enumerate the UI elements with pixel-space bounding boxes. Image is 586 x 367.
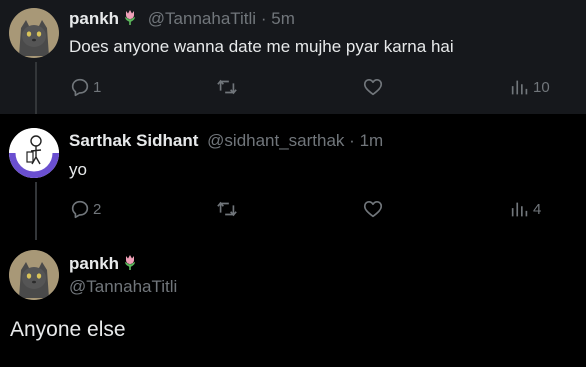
views-count: 10 [533, 78, 550, 96]
handle[interactable]: @sidhant_sarthak [207, 131, 344, 150]
repost-button[interactable] [216, 198, 238, 220]
like-button[interactable] [362, 76, 384, 98]
views-button[interactable]: 4 [509, 198, 541, 220]
post-text: yo [69, 160, 87, 179]
repost-button[interactable] [216, 76, 238, 98]
reply-button[interactable]: 2 [69, 198, 101, 220]
like-icon [363, 201, 383, 218]
reply-post-pankh[interactable]: pankh @TannahaTitli · 5m Does anyone wan… [0, 0, 586, 114]
avatar-pankh[interactable] [9, 250, 59, 300]
post-header: pankh @TannahaTitli · 5m [69, 8, 295, 31]
timestamp[interactable]: 1m [360, 131, 384, 150]
like-button[interactable] [362, 198, 384, 220]
main-post-handle: @TannahaTitli [69, 277, 177, 297]
tulip-emoji-icon [121, 8, 139, 31]
views-count: 4 [533, 200, 542, 218]
display-name[interactable]: pankh [69, 9, 119, 28]
views-button[interactable]: 10 [509, 76, 550, 98]
handle[interactable]: @TannahaTitli [148, 9, 256, 28]
repost-icon [217, 79, 237, 95]
reply-count: 1 [93, 78, 102, 96]
post-actions: 1 10 [0, 76, 586, 100]
main-post-name: pankh [69, 253, 139, 276]
repost-icon [217, 201, 237, 217]
handle[interactable]: @TannahaTitli [69, 277, 177, 296]
reply-icon [71, 200, 89, 219]
timestamp[interactable]: 5m [271, 9, 295, 28]
views-icon [511, 80, 528, 95]
cat-avatar-icon [9, 250, 59, 300]
avatar-sarthak[interactable] [9, 128, 59, 178]
separator-dot: · [349, 131, 355, 150]
avatar-pankh[interactable] [9, 8, 59, 58]
separator-dot: · [260, 9, 267, 28]
main-post-text: Anyone else [10, 318, 126, 341]
reply-button[interactable]: 1 [69, 76, 101, 98]
reply-count: 2 [93, 200, 102, 218]
display-name[interactable]: Sarthak Sidhant [69, 131, 198, 150]
sarthak-sidhant-avatar-icon [9, 128, 59, 178]
like-icon [363, 79, 383, 96]
cat-avatar-icon [9, 8, 59, 58]
display-name[interactable]: pankh [69, 254, 119, 273]
post-header: Sarthak Sidhant @sidhant_sarthak · 1m [69, 131, 383, 151]
post-actions: 2 4 [0, 198, 586, 222]
tulip-emoji-icon [121, 253, 139, 276]
post-text: Does anyone wanna date me mujhe pyar kar… [69, 37, 454, 56]
reply-icon [71, 78, 89, 97]
views-icon [511, 202, 528, 217]
